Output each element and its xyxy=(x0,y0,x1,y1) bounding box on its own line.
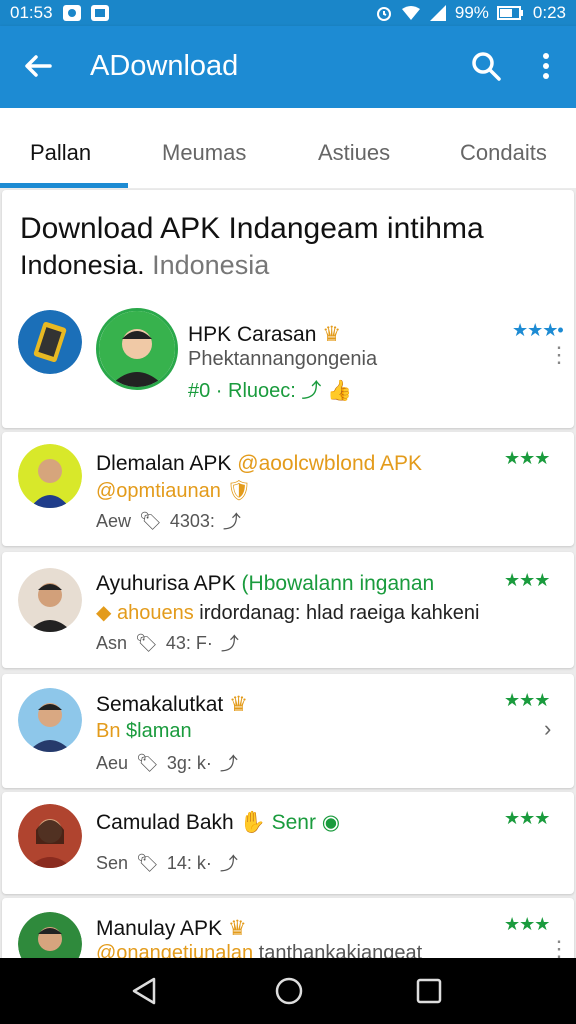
rating-stars: ★★★ xyxy=(504,570,550,590)
list-item-title: Semakalutkat ♛ xyxy=(96,693,248,716)
rating-stars: ★★★ xyxy=(504,808,550,828)
badge-icon: ◆ xyxy=(96,602,112,624)
user-avatar xyxy=(18,444,82,508)
share-icon[interactable]: ⤴ xyxy=(221,630,239,656)
tab-meumas[interactable]: Meumas xyxy=(162,140,246,166)
app-logo-icon xyxy=(18,310,82,374)
status-clock: 0:23 xyxy=(532,3,566,22)
featured-app-meta: #0 · Rluoec: ⤴ 👍 xyxy=(188,380,352,402)
tag-icon: 🏷 xyxy=(136,852,159,873)
list-item[interactable]: Camulad Bakh ✋ Senr ◉ Sen 🏷 14: k· ⤴ ★★★ xyxy=(2,792,574,894)
share-icon[interactable]: ⤴ xyxy=(220,750,238,776)
featured-subheading: Indonesia. Indonesia xyxy=(20,250,269,281)
chevron-right-icon[interactable]: › xyxy=(544,716,551,742)
developer-avatar xyxy=(96,308,178,390)
list-item[interactable]: Semakalutkat ♛ Bn $laman Aeu 🏷 3g: k· ⤴ ★★★… xyxy=(2,674,574,788)
featured-sub-grey: Indonesia xyxy=(144,250,270,280)
share-icon[interactable]: ⤴ xyxy=(223,508,241,534)
tab-pallan[interactable]: Pallan xyxy=(30,140,91,166)
list-item[interactable]: Ayuhurisa APK (Hbowalann inganan ◆ ahoue… xyxy=(2,552,574,668)
battery-icon xyxy=(496,6,523,20)
badge-icon: 🛡 xyxy=(226,480,252,502)
tag-icon: 🏷 xyxy=(135,632,158,653)
battery-percent: 99% xyxy=(454,3,489,22)
featured-heading: Download APK Indangeam intihma xyxy=(20,212,484,245)
list-item-meta: Aeu 🏷 3g: k· ⤴ xyxy=(96,750,238,776)
share-icon[interactable]: ⤴ xyxy=(301,380,321,402)
active-tab-indicator xyxy=(0,183,128,188)
list-item-subtitle: ◆ ahouens irdordanag: hlad raeiga kahken… xyxy=(96,602,480,624)
signal-icon xyxy=(429,5,446,21)
thumb-up-icon[interactable]: 👍 xyxy=(327,380,352,402)
tab-condaits[interactable]: Condaits xyxy=(460,140,547,166)
featured-card[interactable]: Download APK Indangeam intihma Indonesia… xyxy=(2,190,574,428)
tag-icon: 🏷 xyxy=(136,752,159,773)
list-item-meta: Aew 🏷 4303: ⤴ xyxy=(96,508,241,534)
alarm-icon xyxy=(376,7,391,21)
hand-icon: ✋ xyxy=(239,811,266,834)
list-item-meta: Sen 🏷 14: k· ⤴ xyxy=(96,850,238,876)
tab-astiues[interactable]: Astiues xyxy=(318,140,390,166)
tab-bar: Pallan Meumas Astiues Condaits xyxy=(0,108,576,188)
featured-app-name: HPK Carasan ♛ xyxy=(188,323,342,346)
list-item-subtitle: Bn $laman xyxy=(96,720,192,742)
list-item-title: Camulad Bakh ✋ Senr ◉ xyxy=(96,811,341,834)
featured-sub-main: Indonesia. xyxy=(20,250,145,280)
status-bar: 01:53 99% 0:23 xyxy=(0,0,576,26)
overflow-icon[interactable]: ⋮ xyxy=(548,342,570,368)
rating-stars: ★★★ xyxy=(504,690,550,710)
list-item-title: Dlemalan APK @aoolcwblond APK xyxy=(96,452,423,475)
back-arrow-icon[interactable] xyxy=(22,50,54,82)
wifi-icon xyxy=(401,6,420,20)
list-item-subtitle: @opmtiaunan 🛡 xyxy=(96,480,252,502)
app-bar: ADownload xyxy=(0,26,576,108)
status-time-left: 01:53 xyxy=(10,3,53,22)
system-navigation-bar xyxy=(0,958,576,1024)
share-icon[interactable]: ⤴ xyxy=(220,850,238,876)
notification-icon xyxy=(62,5,81,21)
featured-app-desc: Phektannangongenia xyxy=(188,348,378,370)
rating-stars: ★★★ xyxy=(504,448,550,468)
notification-icon xyxy=(90,5,109,21)
award-icon: ♛ xyxy=(227,917,247,940)
list-item-title: Ayuhurisa APK (Hbowalann inganan xyxy=(96,572,435,595)
award-icon: ♛ xyxy=(229,693,248,716)
recents-nav-icon[interactable] xyxy=(416,976,442,1006)
list-item[interactable]: Dlemalan APK @aoolcwblond APK @opmtiauna… xyxy=(2,432,574,546)
user-avatar xyxy=(18,804,82,868)
back-nav-icon[interactable] xyxy=(130,976,158,1006)
rating-stars: ★★★ xyxy=(504,914,550,934)
app-title: ADownload xyxy=(90,50,239,82)
award-icon: ♛ xyxy=(322,323,342,346)
user-avatar xyxy=(18,568,82,632)
tag-icon: 🏷 xyxy=(139,510,162,531)
more-options-icon[interactable] xyxy=(534,50,558,82)
user-avatar xyxy=(18,688,82,752)
list-item-title: Manulay APK ♛ xyxy=(96,917,247,940)
list-item-meta: Asn 🏷 43: F· ⤴ xyxy=(96,630,239,656)
rating-stars: ★★★• xyxy=(512,320,564,340)
search-icon[interactable] xyxy=(470,50,502,82)
whatsapp-icon[interactable]: ◉ xyxy=(322,811,340,834)
home-nav-icon[interactable] xyxy=(274,976,304,1006)
